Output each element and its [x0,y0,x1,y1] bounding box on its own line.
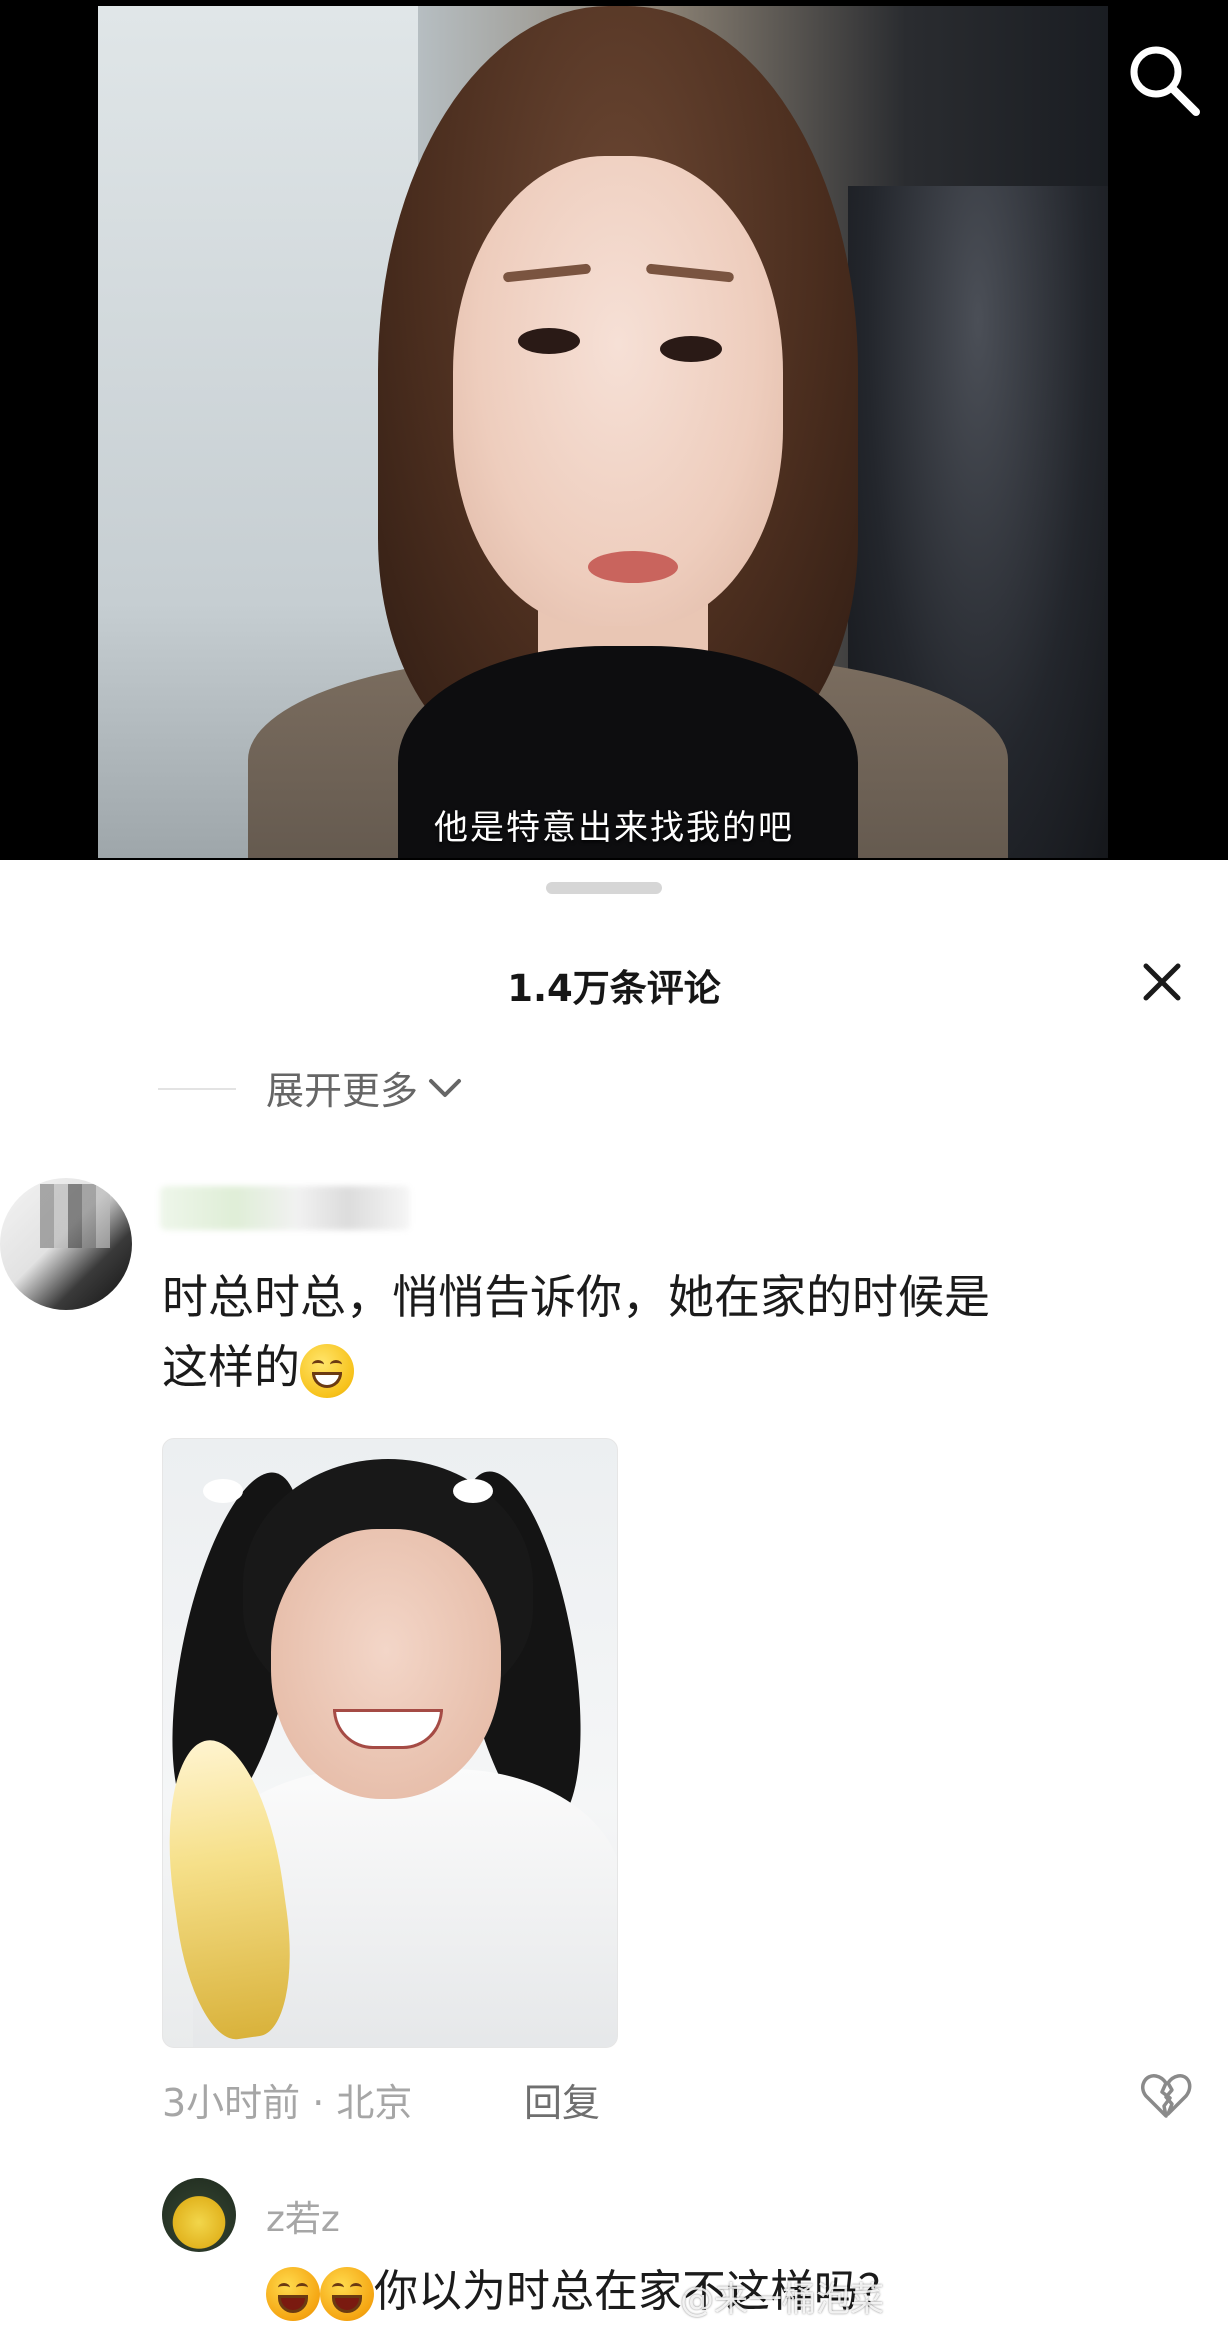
lips [588,551,678,583]
comment-line-2-text: 这样的 [162,1340,300,1394]
expand-more-label: 展开更多 [266,1069,419,1113]
search-button[interactable] [1122,38,1204,120]
eye-right [660,336,722,362]
avatar-mosaic [40,1184,110,1248]
hair-bow-right [453,1479,493,1503]
girl-face [271,1529,501,1799]
broken-heart-icon [1141,2074,1192,2118]
dislike-button[interactable] [1140,2072,1192,2120]
sheet-drag-handle[interactable] [546,882,662,894]
comment-image[interactable] [162,1438,618,2048]
comment-meta: 3小时前 · 北京 [162,2081,413,2125]
watermark: @来一桶泡菜 [680,2280,884,2320]
comment-count-title: 1.4万条评论 [507,967,721,1010]
expand-more-button[interactable]: 展开更多 [266,1060,462,1115]
laugh-emoji-icon [266,2267,320,2321]
comment-text: 时总时总，悄悄告诉你，她在家的时候是 这样的 [162,1262,1172,1402]
video-frame [98,6,1108,858]
reply-username[interactable]: z若z [266,2190,340,2242]
laugh-emoji-icon [320,2267,374,2321]
close-icon [1143,963,1181,1001]
grin-emoji-icon [300,1343,354,1398]
video-subtitle: 他是特意出来找我的吧 [434,808,794,848]
commenter-username-blurred[interactable] [160,1186,410,1230]
expand-divider [158,1088,236,1090]
reply-user-avatar[interactable] [162,2178,236,2252]
reply-button[interactable]: 回复 [524,2072,600,2127]
search-icon [1130,46,1200,116]
chevron-down-icon [429,1078,462,1097]
comment-line-2: 这样的 [162,1332,1172,1402]
close-button[interactable] [1140,960,1184,1004]
comment-line-1: 时总时总，悄悄告诉你，她在家的时候是 [162,1270,990,1324]
hair-bow-left [203,1479,243,1503]
video-player[interactable]: 他是特意出来找我的吧 [0,0,1228,860]
banana [163,1732,304,2046]
eye-left [518,328,580,354]
commenter-avatar[interactable] [0,1178,132,1310]
